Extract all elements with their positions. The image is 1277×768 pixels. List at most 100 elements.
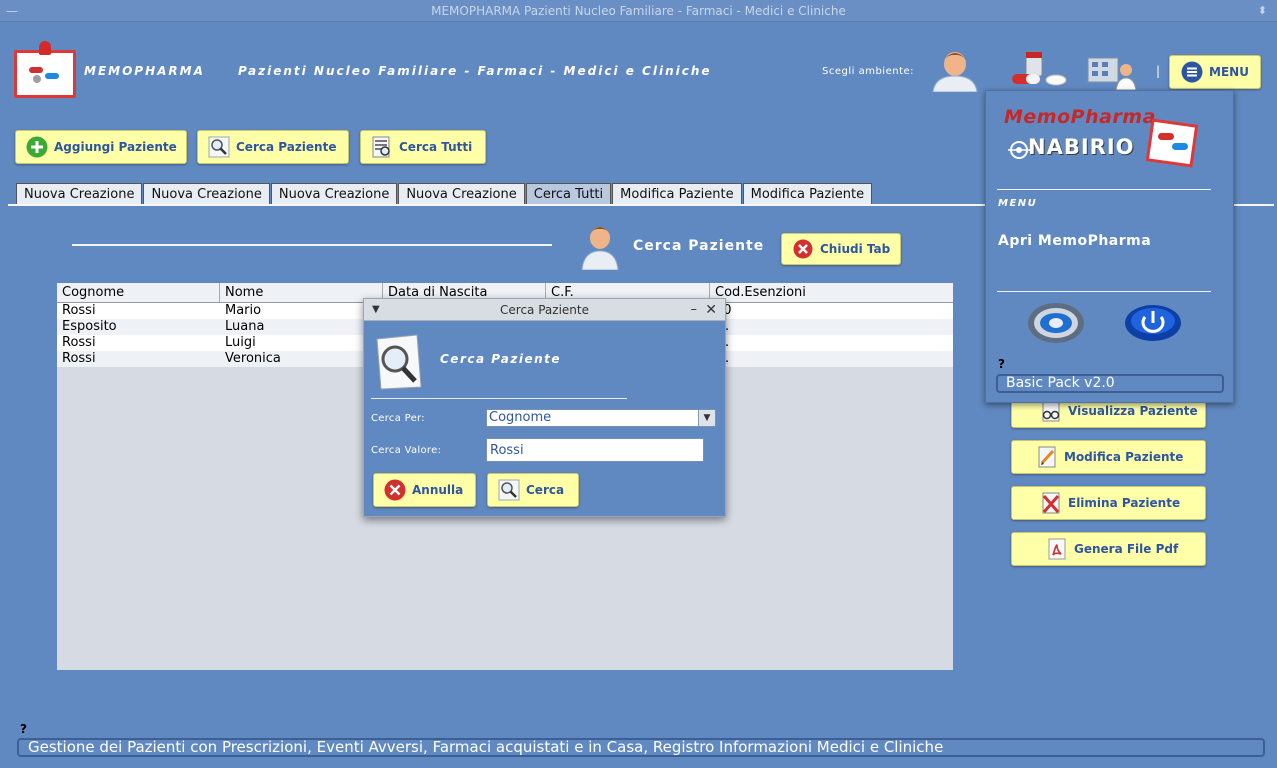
cell-cognome: Rossi [62,351,96,366]
nabirio-target-icon [1008,141,1030,159]
search-by-value: Cognome [489,410,552,425]
brand-name: MEMOPHARMA [84,64,205,78]
tab-modifica-paziente-1[interactable]: Modifica Paziente [612,183,742,205]
delete-patient-button[interactable]: Elimina Paziente [1011,486,1206,520]
search-button[interactable]: Cerca [487,473,579,507]
cell-cod-esenzioni: D. [710,351,953,367]
tab-nuova-creazione-4[interactable]: Nuova Creazione [398,183,525,205]
cell-cognome: Rossi [62,335,96,350]
footer-help-icon[interactable]: ? [20,722,27,736]
menu-logo-sub: NABIRIO [1028,135,1135,159]
app-logo [14,41,76,98]
section-title: Cerca Paziente [633,238,765,254]
window-menu-icon[interactable]: — [6,0,18,22]
dialog-close-icon[interactable]: ✕ [705,299,717,321]
dialog-title: Cerca Paziente [500,303,589,317]
menu-logo-title: MemoPharma [1004,106,1156,128]
hamburger-icon [1181,61,1203,83]
window-maximize-icon[interactable]: ⬍ [1258,0,1267,22]
cell-cod-esenzioni: D. [710,335,953,351]
cell-nome: Luigi [225,335,256,350]
status-bar: Gestione dei Pazienti con Prescrizioni, … [17,738,1265,757]
app-title: Pazienti Nucleo Familiare - Farmaci - Me… [238,64,712,78]
plus-icon [26,136,48,158]
menu-logo-icon [1146,118,1199,168]
env-doctors-clinics-icon[interactable] [1082,52,1142,90]
search-value-label: Cerca Valore: [371,445,442,456]
cell-nome: Mario [225,303,262,318]
generate-pdf-button[interactable]: Genera File Pdf [1011,532,1206,566]
search-patient-dialog: ▼ Cerca Paziente – ✕ Cerca Paziente Cerc… [363,298,726,517]
generate-pdf-label: Genera File Pdf [1074,542,1179,556]
window-title: MEMOPHARMA Pazienti Nucleo Familiare - F… [431,4,846,18]
search-all-button[interactable]: Cerca Tutti [360,130,486,164]
search-label: Cerca [526,483,565,497]
section-divider [72,244,552,246]
cell-cod-esenzioni: 00 [710,303,953,319]
pills-icon [29,67,59,83]
settings-gear-icon[interactable] [1026,301,1086,345]
search-by-label: Cerca Per: [371,413,425,424]
cell-cod-esenzioni: D. [710,319,953,335]
menu-section-label: MENU [998,198,1038,209]
search-by-select[interactable]: Cognome ▼ [486,409,716,427]
open-memopharma-item[interactable]: Apri MemoPharma [998,233,1151,249]
tab-cerca-tutti[interactable]: Cerca Tutti [525,183,612,205]
env-medicines-icon[interactable] [1008,50,1070,90]
column-header-cognome[interactable]: Cognome [57,283,220,302]
search-patient-label: Cerca Paziente [236,140,337,154]
pencil-edit-icon [1036,446,1058,468]
close-tab-label: Chiudi Tab [820,242,891,256]
cell-nome: Veronica [225,351,281,366]
close-circle-icon [792,238,814,260]
menu-divider-bottom [997,291,1211,292]
menu-button-label: MENU [1209,65,1249,79]
header-separator: | [1156,64,1161,78]
search-value-input[interactable] [486,438,704,462]
pin-icon [39,41,51,55]
cell-cognome: Rossi [62,303,96,318]
tab-nuova-creazione-2[interactable]: Nuova Creazione [143,183,270,205]
window-titlebar: — MEMOPHARMA Pazienti Nucleo Familiare -… [0,0,1277,22]
tab-nuova-creazione-3[interactable]: Nuova Creazione [270,183,398,205]
add-patient-label: Aggiungi Paziente [54,140,177,154]
search-all-label: Cerca Tutti [399,140,473,154]
cancel-label: Annulla [412,483,464,497]
dialog-minimize-icon[interactable]: – [691,299,698,321]
tab-modifica-paziente-2[interactable]: Modifica Paziente [742,183,873,205]
dialog-menu-icon[interactable]: ▼ [372,299,380,321]
list-search-icon [371,136,393,158]
cell-cognome: Esposito [62,319,117,334]
main-menu-panel: MemoPharma NABIRIO MENU Apri MemoPharma … [985,90,1234,403]
version-label: Basic Pack v2.0 [996,374,1224,393]
tab-nuova-creazione-1[interactable]: Nuova Creazione [16,183,143,205]
tab-bar: Nuova Creazione Nuova Creazione Nuova Cr… [16,183,873,205]
env-patients-icon[interactable] [927,48,983,92]
view-patient-label: Visualizza Paziente [1068,404,1198,418]
pdf-icon [1046,538,1068,560]
menu-button[interactable]: MENU [1169,55,1261,89]
chevron-down-icon[interactable]: ▼ [698,410,715,426]
glasses-icon [1040,400,1062,422]
search-magnifier-icon [498,479,520,501]
dialog-divider [371,398,627,399]
column-header-nome[interactable]: Nome [220,283,383,302]
dialog-magnifier-icon [376,334,422,390]
edit-patient-label: Modifica Paziente [1064,450,1184,464]
close-tab-button[interactable]: Chiudi Tab [781,233,901,265]
delete-x-icon [1040,492,1062,514]
menu-divider-top [997,189,1211,190]
cancel-circle-icon [384,479,406,501]
delete-patient-label: Elimina Paziente [1068,496,1181,510]
cell-nome: Luana [225,319,265,334]
power-off-icon[interactable] [1123,303,1183,343]
dialog-titlebar: ▼ Cerca Paziente – ✕ [364,299,725,321]
add-patient-button[interactable]: Aggiungi Paziente [15,130,187,164]
choose-env-label: Scegli ambiente: [822,66,915,77]
column-header-cod-esenzioni[interactable]: Cod.Esenzioni [710,283,953,302]
edit-patient-button[interactable]: Modifica Paziente [1011,440,1206,474]
magnifier-icon [208,136,230,158]
menu-help-icon[interactable]: ? [998,357,1005,371]
search-patient-button[interactable]: Cerca Paziente [197,130,349,164]
cancel-button[interactable]: Annulla [373,473,476,507]
